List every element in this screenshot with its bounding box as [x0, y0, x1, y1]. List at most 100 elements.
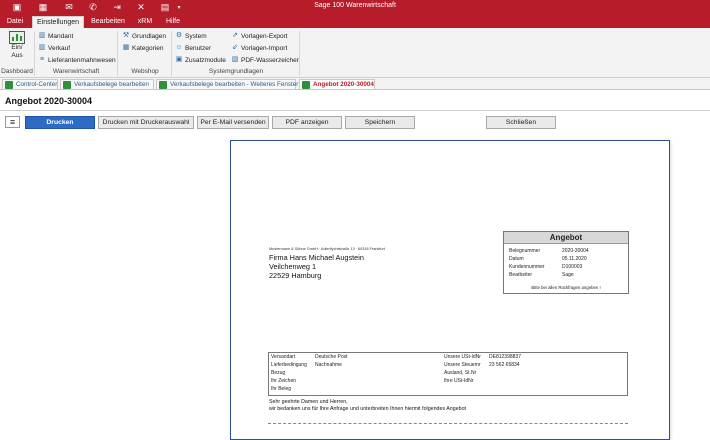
ribbon-vorlagen-import-label: Vorlagen-Import [241, 44, 288, 52]
info-label: Ihre USt-IdNr [444, 378, 474, 384]
tab-angebot-label: Angebot 2020-30004 [313, 81, 374, 88]
tab-app-icon [5, 81, 13, 89]
app-title: Sage 100 Warenwirtschaft [314, 2, 396, 9]
building-icon: ▥ [38, 32, 46, 39]
close-button[interactable]: Schließen [486, 116, 556, 129]
tab-verkaufsbelege-weiteres-fenster[interactable]: Verkaufsbelege bearbeiten - Weiteres Fen… [156, 79, 299, 90]
ribbon-zusatzmodule-label: Zusatzmodule [185, 56, 226, 64]
offer-title: Angebot [504, 232, 628, 244]
ribbon-system[interactable]: ⚙ System [175, 31, 207, 41]
ribbon-verkauf-label: Verkauf [48, 44, 71, 52]
ribbon-zusatzmodule[interactable]: ▣ Zusatzmodule [175, 55, 226, 65]
divider [0, 110, 710, 111]
export-icon: ⇗ [232, 32, 238, 39]
hamburger-menu-icon[interactable]: ≡ [5, 116, 20, 128]
tab-app-icon [159, 81, 167, 89]
info-value: Deutsche Post [315, 354, 348, 360]
info-label: Lieferbedingung [271, 362, 307, 368]
info-label: Unsere Steuernr [444, 362, 481, 368]
shipping-info-box: Versandart Deutsche Post Lieferbedingung… [268, 352, 628, 396]
recipient-city: 22529 Hamburg [269, 271, 322, 280]
menu-bar: Datei Einstellungen Bearbeiten xRM Hilfe [0, 14, 710, 28]
ribbon-vorlagen-import[interactable]: ⇙ Vorlagen-Import [231, 43, 287, 53]
group-label-webshop: Webshop [131, 68, 159, 75]
category-icon: ▦ [122, 44, 130, 51]
list-icon: ≡ [39, 56, 45, 63]
offer-clerk: Sage [562, 272, 574, 278]
info-label: Bezug [271, 370, 286, 376]
page-title: Angebot 2020-30004 [5, 96, 93, 106]
recipient-name: Firma Hans Michael Augstein [269, 253, 364, 262]
ribbon-separator [34, 31, 35, 76]
ribbon-mandant[interactable]: ▥ Mandant [38, 31, 74, 41]
group-label-systemgrundlagen: Systemgrundlagen [208, 68, 264, 75]
offer-note: Bitte bei allen Rückfragen angeben ! [531, 285, 601, 290]
menu-xrm[interactable]: xRM [133, 16, 157, 28]
tab-control-center[interactable]: Control-Center [2, 79, 58, 90]
tab-app-icon [63, 81, 71, 89]
document-preview[interactable]: Mustermann & Söhne GmbH · Adlerflychtstr… [230, 140, 670, 440]
tab-verkaufsbelege[interactable]: Verkaufsbelege bearbeiten [60, 79, 154, 90]
ribbon-pdf-wasserzeichen[interactable]: ▧ PDF-Wasserzeichen [231, 55, 301, 65]
title-bar: ▣ ▦ ✉ ✆ ⇥ ✕ ▤ ▾ Sage 100 Warenwirtschaft [0, 0, 710, 14]
offer-customer-number: D100003 [562, 264, 583, 270]
ribbon-lieferantenmahnwesen-label: Lieferantenmahnwesen [48, 56, 116, 64]
sender-line: Mustermann & Söhne GmbH · Adlerflychtstr… [269, 247, 385, 251]
menu-einstellungen[interactable]: Einstellungen [32, 16, 84, 28]
tab-verkaufsbelege-label: Verkaufsbelege bearbeiten [74, 81, 149, 88]
info-value: 23 562 65834 [489, 362, 520, 368]
menu-datei[interactable]: Datei [2, 16, 28, 28]
ribbon-vorlagen-export-label: Vorlagen-Export [241, 32, 288, 40]
table-header-line [268, 423, 628, 424]
info-value: DE812398837 [489, 354, 521, 360]
send-email-button[interactable]: Per E-Mail versenden [197, 116, 269, 129]
ribbon-grundlagen[interactable]: ⚒ Grundlagen [122, 31, 166, 41]
dashboard-icon [9, 31, 25, 44]
ribbon-vorlagen-export[interactable]: ⇗ Vorlagen-Export [231, 31, 288, 41]
show-pdf-button[interactable]: PDF anzeigen [272, 116, 342, 129]
info-value: Nachnahme [315, 362, 342, 368]
group-label-dashboard: Dashboard [1, 68, 33, 75]
offer-label: Datum [509, 256, 524, 262]
ribbon-lieferantenmahnwesen[interactable]: ≡ Lieferantenmahnwesen [38, 55, 116, 65]
ribbon-kategorien[interactable]: ▦ Kategorien [122, 43, 164, 53]
ribbon-grundlagen-label: Grundlagen [132, 32, 166, 40]
gear-icon: ⚙ [175, 32, 183, 39]
puzzle-icon: ▣ [175, 56, 183, 63]
dashboard-toggle-button[interactable]: Ein/ Aus [6, 31, 28, 60]
menu-bearbeiten[interactable]: Bearbeiten [86, 16, 130, 28]
info-label: Unsere USt-IdNr [444, 354, 481, 360]
greeting: Sehr geehrte Damen und Herren, [269, 399, 348, 405]
info-label: Ihr Zeichen [271, 378, 297, 384]
import-icon: ⇙ [232, 44, 238, 51]
ribbon-system-label: System [185, 32, 207, 40]
offer-number: 2020-30004 [562, 248, 589, 254]
save-button[interactable]: Speichern [345, 116, 415, 129]
ribbon-mandant-label: Mandant [48, 32, 74, 40]
info-label: Versandart [271, 354, 296, 360]
ribbon-separator [117, 31, 118, 76]
ribbon-benutzer-label: Benutzer [185, 44, 212, 52]
tab-angebot[interactable]: Angebot 2020-30004 [299, 79, 375, 90]
ribbon-kategorien-label: Kategorien [132, 44, 164, 52]
info-label: Ausland, St.Nr [444, 370, 477, 376]
document-tab-bar: Control-Center Verkaufsbelege bearbeiten… [0, 78, 710, 90]
ribbon-verkauf[interactable]: ▥ Verkauf [38, 43, 70, 53]
offer-label: Belegnummer [509, 248, 541, 254]
tab-verkaufsbelege-weiteres-fenster-label: Verkaufsbelege bearbeiten - Weiteres Fen… [170, 81, 299, 88]
dashboard-toggle-label: Ein/ Aus [11, 44, 23, 59]
ribbon-pdf-wasserzeichen-label: PDF-Wasserzeichen [241, 56, 301, 64]
group-label-warenwirtschaft: Warenwirtschaft [52, 68, 100, 75]
watermark-icon: ▧ [231, 56, 239, 63]
print-button[interactable]: Drucken [25, 116, 95, 129]
offer-label: Bearbeiter [509, 272, 533, 278]
info-label: Ihr Beleg [271, 386, 292, 392]
print-with-printer-selection-button[interactable]: Drucken mit Druckerauswahl [98, 116, 194, 129]
ribbon-benutzer[interactable]: ☺ Benutzer [175, 43, 211, 53]
ribbon-separator [299, 31, 300, 76]
offer-label: Kundennummer [509, 264, 545, 270]
recipient-street: Veilchenweg 1 [269, 262, 317, 271]
menu-hilfe[interactable]: Hilfe [160, 16, 186, 28]
offer-date: 05.11.2020 [562, 256, 587, 262]
intro-text: wir bedanken uns für Ihre Anfrage und un… [269, 406, 467, 412]
